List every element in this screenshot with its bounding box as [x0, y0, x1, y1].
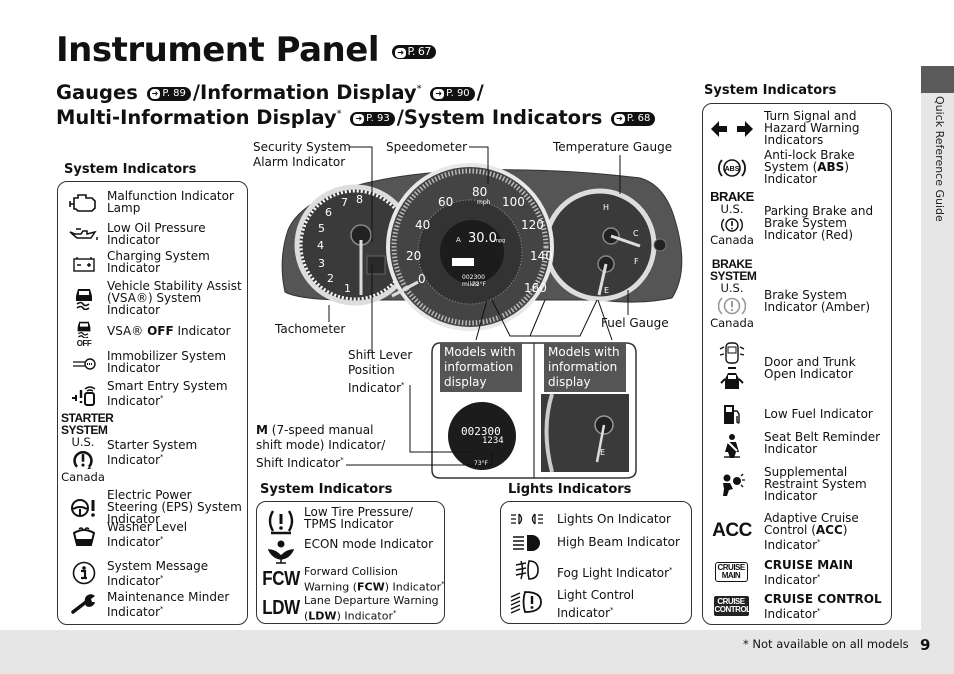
- tach-number: 6: [325, 206, 332, 219]
- display-bar-graph: [452, 258, 474, 266]
- outside-temperature: 73°F: [472, 281, 487, 288]
- shift-position-display: [366, 255, 386, 275]
- fuel-full-label: F: [634, 257, 639, 266]
- speed-number: 0: [418, 272, 426, 286]
- trip-reset-knob: [653, 238, 667, 252]
- fuel-economy-value: 30.0: [468, 231, 497, 246]
- speed-number: 100: [502, 195, 525, 209]
- speed-number: 60: [438, 195, 454, 209]
- temperature-gauge-callout: Temperature Gauge: [553, 140, 673, 154]
- speed-number: 140: [530, 249, 553, 263]
- tach-number: 5: [318, 222, 325, 235]
- temp-cold-label: C: [633, 229, 639, 238]
- speed-number: 80: [472, 185, 488, 199]
- fuel-gauge-callout: Fuel Gauge: [601, 316, 669, 330]
- mini-fuel-empty-label: E: [600, 448, 606, 457]
- speed-unit: mph: [477, 199, 491, 206]
- mini-cluster-photo: [541, 394, 629, 472]
- mini-temperature: 73°F: [474, 460, 489, 467]
- page-number: 9: [920, 636, 931, 654]
- tach-number: 4: [317, 239, 324, 252]
- m-indicator-callout: M (7-speed manual shift mode) Indicator/…: [256, 423, 386, 470]
- tachometer-callout: Tachometer: [275, 322, 346, 336]
- tach-number: 1: [344, 282, 351, 295]
- speed-number: 20: [406, 249, 422, 263]
- speed-number: 160: [524, 281, 547, 295]
- mini-trip-value: 1234: [482, 436, 504, 446]
- speed-number: 40: [415, 218, 431, 232]
- trip-indicator: A: [456, 236, 461, 244]
- tach-number: 7: [341, 196, 348, 209]
- fuel-empty-label: E: [604, 286, 610, 295]
- footnote: * Not available on all models: [743, 637, 909, 651]
- tach-number: 3: [318, 257, 325, 270]
- speed-number: 120: [521, 218, 544, 232]
- models-label-right: Models with information display: [544, 343, 626, 392]
- speedometer-callout: Speedometer: [386, 140, 468, 154]
- fuel-economy-unit: mpg: [494, 238, 506, 244]
- models-label-left: Models with information display: [440, 343, 522, 392]
- instrument-cluster-illustration: [281, 146, 683, 479]
- tach-number: 8: [356, 193, 363, 206]
- shift-lever-callout: Shift Lever Position Indicator*: [348, 348, 413, 395]
- security-alarm-callout: Security System Alarm Indicator: [253, 140, 351, 169]
- tach-number: 2: [327, 272, 334, 285]
- temp-hot-label: H: [603, 203, 610, 212]
